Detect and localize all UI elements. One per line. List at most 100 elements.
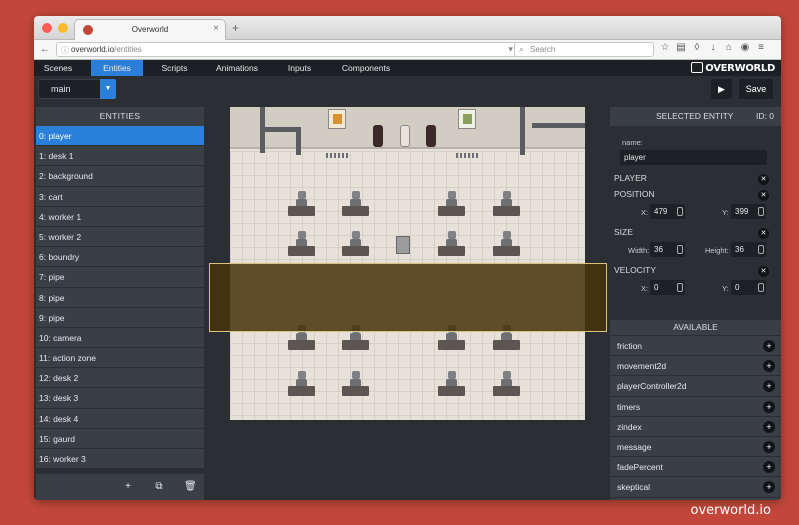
entity-item[interactable]: 4: worker 1 (36, 206, 204, 227)
search-icon: ⌕ (519, 44, 525, 54)
stepper-icon[interactable] (758, 245, 764, 254)
stepper-icon[interactable] (758, 283, 764, 292)
available-component-item[interactable]: message + (610, 436, 781, 458)
available-component-item[interactable]: timers + (610, 396, 781, 417)
scene-select[interactable]: main ▼ (38, 79, 116, 99)
entity-item[interactable]: 10: camera (36, 327, 204, 349)
chevron-down-icon[interactable]: ▼ (100, 79, 116, 99)
entity-item[interactable]: 15: gaurd (36, 428, 204, 449)
browser-window: Overworld × + ← ⓘ overworld.io/entities … (34, 16, 781, 500)
entity-item[interactable]: 6: boundry (36, 247, 204, 268)
add-entity-icon[interactable]: + (122, 481, 134, 492)
tab-scenes[interactable]: Scenes (34, 60, 82, 76)
remove-size-icon[interactable]: ✕ (758, 228, 769, 239)
caption: overworld.io (690, 503, 771, 518)
selected-entity-title: SELECTED ENTITY (656, 111, 734, 121)
desk (342, 231, 369, 256)
entity-item[interactable]: 1: desk 1 (36, 146, 204, 167)
new-tab-button[interactable]: + (232, 21, 239, 35)
position-y-input[interactable]: 399 (731, 204, 766, 219)
pocket-icon[interactable]: ◊ (692, 42, 702, 53)
velocity-y-input[interactable]: 0 (731, 280, 766, 295)
entity-item[interactable]: 2: background (36, 166, 204, 187)
available-component-item[interactable]: follow+ (610, 497, 781, 500)
tab-components[interactable]: Components (331, 60, 401, 76)
remove-velocity-icon[interactable]: ✕ (758, 266, 769, 277)
available-component-label: friction (617, 341, 643, 351)
entity-item[interactable]: 12: desk 2 (36, 368, 204, 389)
url-host: overworld.io (71, 45, 115, 54)
tab-animations[interactable]: Animations (206, 60, 268, 76)
hamburger-menu-icon[interactable]: ≡ (756, 42, 766, 53)
stepper-icon[interactable] (677, 207, 683, 216)
stepper-icon[interactable] (677, 283, 683, 292)
width-input[interactable]: 36 (650, 242, 685, 257)
velocity-x-input[interactable]: 0 (650, 280, 685, 295)
available-component-item[interactable]: zindex + (610, 416, 781, 437)
add-component-icon[interactable]: + (763, 380, 775, 393)
stepper-icon[interactable] (677, 245, 683, 254)
entity-item[interactable]: 14: desk 4 (36, 408, 204, 429)
add-component-icon[interactable]: + (763, 400, 775, 413)
entity-item[interactable]: 7: pipe (36, 267, 204, 288)
duplicate-icon[interactable]: ⧉ (153, 481, 165, 492)
available-component-label: fadePercent (617, 462, 663, 473)
add-component-icon[interactable]: + (763, 420, 775, 433)
entity-item[interactable]: 0: player (36, 126, 204, 147)
pipe (532, 123, 585, 128)
back-icon[interactable]: ← (38, 43, 52, 57)
browser-tab[interactable]: Overworld × (74, 19, 226, 40)
trash-icon[interactable]: 🗑 (184, 481, 197, 492)
stepper-icon[interactable] (758, 207, 764, 216)
action-zone-overlay[interactable] (209, 263, 607, 332)
entity-item[interactable]: 13: desk 3 (36, 388, 204, 409)
available-component-item[interactable]: movement2d + (610, 356, 781, 377)
entity-item[interactable]: 8: pipe (36, 287, 204, 308)
entity-item[interactable]: 11: action zone (36, 348, 204, 369)
play-button[interactable]: ▶ (711, 79, 732, 99)
tab-entities[interactable]: Entities (91, 60, 143, 76)
position-x-input[interactable]: 479 (650, 204, 685, 219)
chat-icon[interactable]: ◉ (740, 42, 750, 53)
tab-scripts[interactable]: Scripts (152, 60, 197, 76)
entity-item[interactable]: 3: cart (36, 186, 204, 207)
velocity-x-value: 0 (654, 283, 659, 292)
minimize-window-button[interactable] (58, 23, 68, 33)
tab-inputs[interactable]: Inputs (277, 60, 322, 76)
inspector-panel: SELECTED ENTITY ID: 0 name: player PLAYE… (610, 107, 781, 500)
dropdown-icon[interactable]: ▾ (508, 44, 513, 54)
control-bar: main ▼ ▶ Save (34, 76, 781, 106)
entities-header: ENTITIES (36, 107, 204, 126)
available-component-item[interactable]: fadePercent + (610, 457, 781, 478)
tab-close-icon[interactable]: × (213, 23, 219, 34)
available-component-label: zindex (617, 421, 642, 432)
add-component-icon[interactable]: + (763, 440, 775, 453)
url-bar[interactable]: ⓘ overworld.io/entities ▾ ↻ (56, 42, 528, 57)
home-icon[interactable]: ⌂ (724, 42, 734, 53)
search-input[interactable]: ⌕ Search (514, 42, 654, 57)
available-component-item[interactable]: playerController2d + (610, 376, 781, 397)
close-window-button[interactable] (42, 23, 52, 33)
download-icon[interactable]: ↓ (708, 42, 718, 53)
bookmark-star-icon[interactable]: ☆ (660, 42, 670, 53)
entity-id: ID: 0 (756, 111, 774, 121)
add-component-icon[interactable]: + (763, 360, 775, 373)
save-button[interactable]: Save (739, 79, 773, 99)
pipe (520, 107, 525, 155)
remove-position-icon[interactable]: ✕ (758, 190, 769, 201)
available-component-item[interactable]: friction + (610, 336, 781, 357)
name-input[interactable]: player (620, 150, 767, 165)
desk (438, 191, 465, 216)
position-x-label: X: (641, 208, 649, 217)
reading-list-icon[interactable]: ▤ (676, 42, 686, 53)
add-component-icon[interactable]: + (763, 461, 775, 474)
available-component-item[interactable]: skeptical + (610, 477, 781, 498)
entity-item[interactable]: 9: pipe (36, 307, 204, 328)
add-component-icon[interactable]: + (763, 340, 775, 352)
entity-item[interactable]: 16: worker 3 (36, 449, 204, 470)
remove-player-icon[interactable]: ✕ (758, 174, 769, 185)
add-component-icon[interactable]: + (763, 481, 775, 494)
desk (438, 325, 465, 350)
height-input[interactable]: 36 (731, 242, 766, 257)
entity-item[interactable]: 5: worker 2 (36, 226, 204, 248)
